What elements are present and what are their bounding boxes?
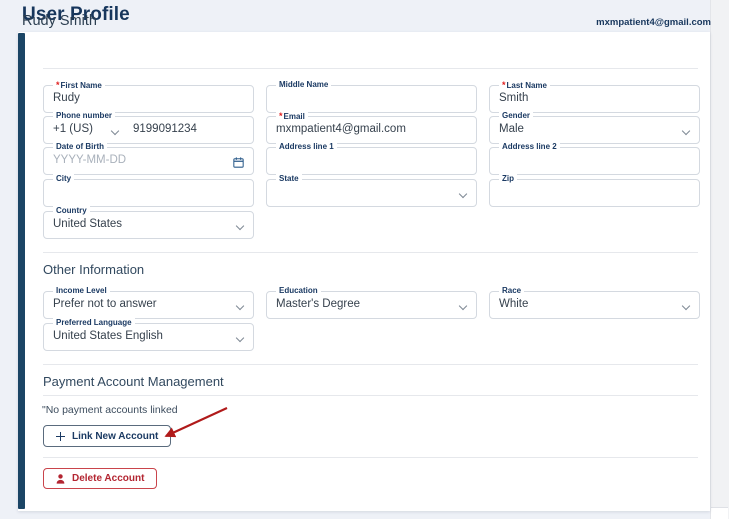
- scroll-gutter-tick: [711, 507, 728, 519]
- payment-section-divider: [43, 364, 698, 365]
- delete-account-label: Delete Account: [72, 473, 145, 484]
- no-payment-accounts-message: "No payment accounts linked: [42, 404, 178, 416]
- education-label: Education: [276, 286, 321, 296]
- state-select[interactable]: State: [266, 174, 477, 207]
- chevron-down-icon[interactable]: [683, 128, 690, 135]
- gender-select[interactable]: Gender Male: [489, 111, 700, 144]
- country-select[interactable]: Country United States: [43, 206, 254, 239]
- state-label: State: [276, 174, 302, 184]
- link-new-account-label: Link New Account: [72, 430, 159, 442]
- card-header-divider: [43, 68, 698, 69]
- city-field[interactable]: City: [43, 174, 254, 207]
- income-level-label: Income Level: [53, 286, 110, 296]
- chevron-down-icon[interactable]: [460, 303, 467, 310]
- race-label: Race: [499, 286, 525, 296]
- middle-name-field[interactable]: Middle Name: [266, 80, 477, 113]
- card-user-name: Rudy Smith: [22, 13, 97, 29]
- chevron-down-icon[interactable]: [237, 335, 244, 342]
- first-name-field[interactable]: *First Name Rudy: [43, 80, 254, 113]
- date-of-birth-placeholder: YYYY-MM-DD: [53, 154, 127, 166]
- phone-number-label: Phone number: [53, 111, 116, 121]
- income-level-select[interactable]: Income Level Prefer not to answer: [43, 286, 254, 319]
- chevron-down-icon[interactable]: [237, 223, 244, 230]
- payment-section-subdivider: [43, 395, 698, 396]
- race-select[interactable]: Race White: [489, 286, 700, 319]
- chevron-down-icon[interactable]: [460, 191, 467, 198]
- race-value: White: [499, 298, 529, 310]
- address-line-1-label: Address line 1: [276, 142, 337, 152]
- chevron-down-icon[interactable]: [683, 303, 690, 310]
- zip-field[interactable]: Zip: [489, 174, 700, 207]
- right-gutter: [710, 0, 729, 519]
- card-account-email: mxmpatient4@gmail.com: [596, 17, 711, 28]
- last-name-field[interactable]: *Last Name Smith: [489, 80, 700, 113]
- person-icon: [56, 473, 65, 484]
- other-information-title: Other Information: [43, 262, 145, 277]
- preferred-language-select[interactable]: Preferred Language United States English: [43, 318, 254, 351]
- required-marker: *: [279, 111, 283, 121]
- income-level-value: Prefer not to answer: [53, 298, 157, 310]
- city-label: City: [53, 174, 75, 184]
- last-name-value: Smith: [499, 92, 529, 104]
- date-of-birth-field[interactable]: Date of Birth YYYY-MM-DD: [43, 142, 254, 175]
- phone-number-field[interactable]: Phone number +1 (US) 9199091234: [43, 111, 254, 144]
- gender-label: Gender: [499, 111, 534, 121]
- calendar-icon[interactable]: [233, 155, 244, 168]
- link-new-account-button[interactable]: Link New Account: [43, 425, 172, 447]
- address-line-1-field[interactable]: Address line 1: [266, 142, 477, 175]
- chevron-down-icon[interactable]: [237, 303, 244, 310]
- address-line-2-label: Address line 2: [499, 142, 560, 152]
- zip-label: Zip: [499, 174, 517, 184]
- country-label: Country: [53, 206, 90, 216]
- other-information-divider: [43, 252, 698, 253]
- address-line-2-field[interactable]: Address line 2: [489, 142, 700, 175]
- preferred-language-value: United States English: [53, 330, 163, 342]
- card-header: [25, 32, 710, 64]
- phone-number-value: 9199091234: [133, 123, 197, 135]
- first-name-value: Rudy: [53, 92, 80, 104]
- danger-section-divider: [43, 457, 698, 458]
- email-label: *Email: [276, 111, 308, 122]
- required-marker: *: [502, 80, 506, 90]
- last-name-label: *Last Name: [499, 80, 550, 91]
- education-select[interactable]: Education Master's Degree: [266, 286, 477, 319]
- plus-icon: [56, 431, 65, 441]
- card-accent-bar: [18, 33, 25, 509]
- delete-account-button[interactable]: Delete Account: [43, 468, 158, 489]
- user-profile-page: User Profile Rudy Smith mxmpatient4@gmai…: [0, 0, 729, 519]
- payment-section-title: Payment Account Management: [43, 374, 224, 389]
- chevron-down-icon[interactable]: [112, 128, 119, 135]
- email-value: mxmpatient4@gmail.com: [276, 123, 406, 135]
- preferred-language-label: Preferred Language: [53, 318, 135, 328]
- education-value: Master's Degree: [276, 298, 361, 310]
- required-marker: *: [56, 80, 60, 90]
- first-name-label: *First Name: [53, 80, 105, 91]
- email-field[interactable]: *Email mxmpatient4@gmail.com: [266, 111, 477, 144]
- country-value: United States: [53, 218, 123, 230]
- middle-name-label: Middle Name: [276, 80, 332, 90]
- phone-country-code[interactable]: +1 (US): [53, 123, 93, 135]
- date-of-birth-label: Date of Birth: [53, 142, 107, 152]
- gender-value: Male: [499, 123, 524, 135]
